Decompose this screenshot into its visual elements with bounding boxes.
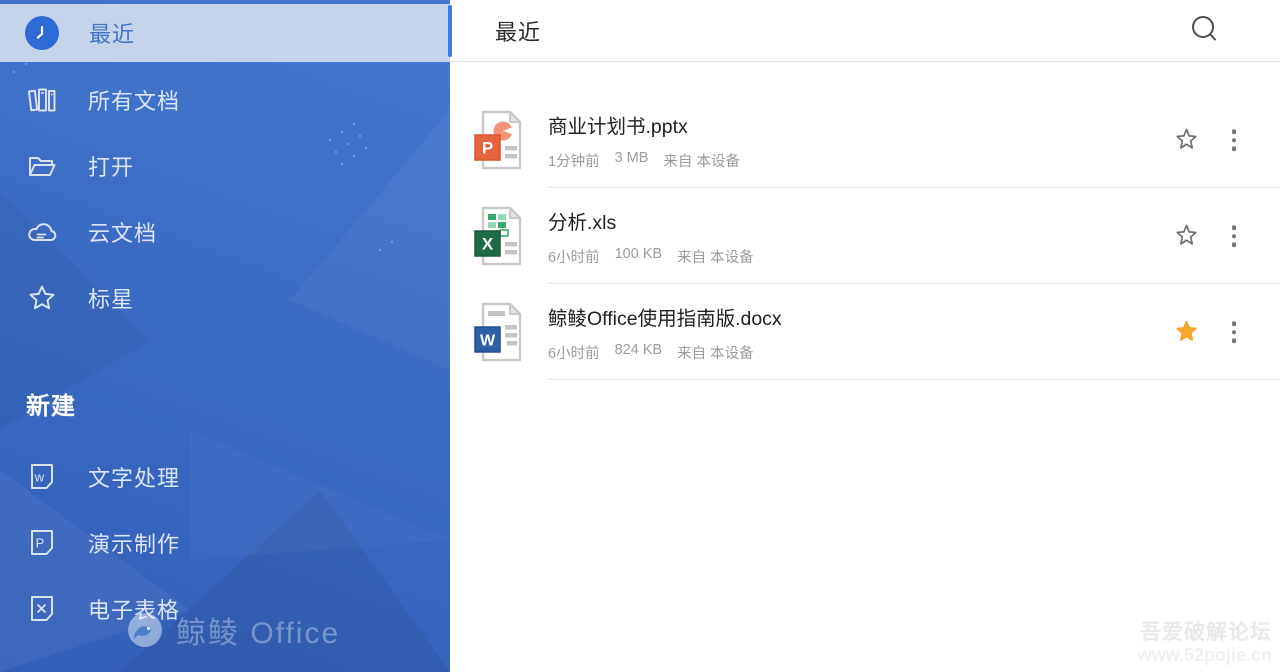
docx-file-icon: W	[473, 301, 529, 363]
svg-text:w: w	[34, 470, 45, 485]
file-info: 分析.xls 6小时前 100 KB 来自 本设备	[548, 206, 754, 267]
row-actions	[1173, 221, 1241, 251]
file-info: 鲸鲮Office使用指南版.docx 6小时前 824 KB 来自 本设备	[548, 302, 782, 363]
file-time: 6小时前	[548, 249, 600, 266]
forum-watermark-line2: www.52pojie.cn	[1137, 645, 1272, 666]
search-icon[interactable]	[1190, 14, 1222, 48]
file-origin: 来自 本设备	[677, 249, 754, 266]
sidebar-item-label: 标星	[88, 287, 135, 312]
star-toggle-icon[interactable]	[1173, 127, 1200, 154]
sidebar-item-cloud-documents[interactable]: 云文档	[0, 199, 450, 265]
brand-watermark: 鲸鲮 Office	[126, 608, 340, 652]
file-time: 6小时前	[548, 345, 600, 362]
app-window: 最近 所有文档 打开 云文档 标星 新建 w 文字处理 P 演示制作 电子表格 …	[0, 0, 1280, 672]
sidebar-item-label: 云文档	[88, 221, 158, 246]
file-size: 100 KB	[614, 245, 663, 262]
svg-text:P: P	[482, 139, 493, 158]
row-actions	[1173, 125, 1241, 155]
all-documents-icon	[26, 84, 58, 116]
cloud-icon	[26, 216, 58, 248]
spreadsheet-doc-icon	[26, 593, 58, 625]
main-panel: 最近 P 商业计划书.pptx 1分钟前 3 MB 来自 本设备 X 分析.xl…	[450, 0, 1280, 672]
sidebar-item-label: 演示制作	[88, 532, 181, 557]
more-menu-icon[interactable]	[1228, 317, 1241, 347]
sidebar-item-new-presentation[interactable]: P 演示制作	[0, 510, 450, 576]
file-meta: 6小时前 100 KB 来自 本设备	[548, 246, 754, 267]
row-divider	[548, 379, 1280, 380]
page-title: 最近	[495, 19, 542, 45]
star-toggle-icon[interactable]	[1173, 319, 1200, 346]
sidebar-item-recent[interactable]: 最近	[0, 4, 450, 62]
word-doc-icon: w	[26, 461, 58, 493]
brand-watermark-text: 鲸鲮 Office	[176, 617, 341, 650]
file-time: 1分钟前	[548, 153, 600, 170]
file-row-xls[interactable]: X 分析.xls 6小时前 100 KB 来自 本设备	[450, 188, 1280, 284]
forum-watermark-line1: 吾爱破解论坛	[1140, 621, 1272, 645]
presentation-doc-icon: P	[26, 527, 58, 559]
file-origin: 来自 本设备	[663, 153, 740, 170]
file-size: 3 MB	[614, 149, 649, 166]
folder-open-icon	[26, 150, 58, 182]
file-origin: 来自 本设备	[677, 345, 754, 362]
sidebar-item-label: 文字处理	[88, 466, 181, 491]
file-size: 824 KB	[614, 341, 663, 358]
forum-watermark: 吾爱破解论坛 www.52pojie.cn	[1138, 621, 1272, 666]
star-outline-icon	[26, 282, 58, 314]
clock-icon	[25, 16, 59, 50]
file-info: 商业计划书.pptx 1分钟前 3 MB 来自 本设备	[548, 110, 740, 171]
row-actions	[1173, 317, 1241, 347]
sidebar-item-label: 打开	[88, 155, 135, 180]
svg-text:X: X	[482, 235, 494, 254]
sidebar-item-label: 最近	[89, 22, 136, 47]
file-meta: 1分钟前 3 MB 来自 本设备	[548, 150, 740, 171]
sidebar-item-label: 所有文档	[88, 89, 181, 114]
sidebar-item-open[interactable]: 打开	[0, 133, 450, 199]
svg-text:W: W	[480, 333, 496, 350]
pptx-file-icon: P	[473, 109, 529, 171]
sidebar-item-new-word[interactable]: w 文字处理	[0, 444, 450, 510]
file-name: 分析.xls	[548, 211, 617, 234]
file-meta: 6小时前 824 KB 来自 本设备	[548, 342, 782, 363]
whale-logo-icon	[128, 613, 162, 647]
xls-file-icon: X	[473, 205, 529, 267]
sidebar-scrollbar-thumb[interactable]	[448, 5, 452, 57]
file-row-pptx[interactable]: P 商业计划书.pptx 1分钟前 3 MB 来自 本设备	[450, 92, 1280, 188]
svg-text:P: P	[36, 536, 45, 551]
star-toggle-icon[interactable]	[1173, 223, 1200, 250]
recent-file-list: P 商业计划书.pptx 1分钟前 3 MB 来自 本设备 X 分析.xls 6…	[450, 62, 1280, 380]
sidebar-item-all-documents[interactable]: 所有文档	[0, 67, 450, 133]
more-menu-icon[interactable]	[1228, 221, 1241, 251]
file-row-docx[interactable]: W 鲸鲮Office使用指南版.docx 6小时前 824 KB 来自 本设备	[450, 284, 1280, 380]
file-name: 鲸鲮Office使用指南版.docx	[548, 307, 782, 330]
sidebar: 最近 所有文档 打开 云文档 标星 新建 w 文字处理 P 演示制作 电子表格 …	[0, 0, 450, 672]
more-menu-icon[interactable]	[1228, 125, 1241, 155]
sidebar-item-starred[interactable]: 标星	[0, 265, 450, 331]
file-name: 商业计划书.pptx	[548, 115, 688, 138]
main-header: 最近	[450, 0, 1280, 62]
new-section-label: 新建	[26, 393, 76, 420]
